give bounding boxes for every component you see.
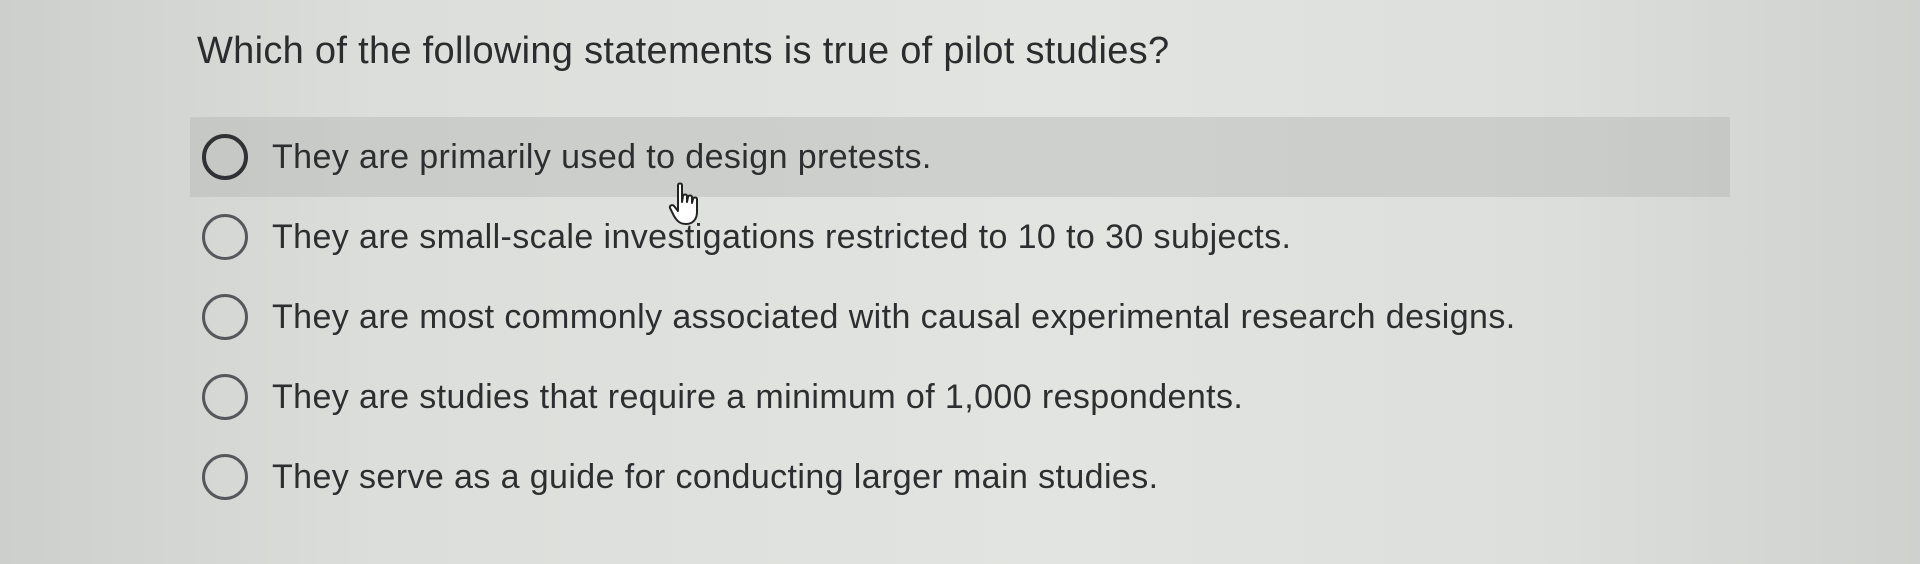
answer-option-1-label[interactable]: They are primarily used to design pretes… (272, 138, 932, 177)
answer-option-3[interactable]: They are most commonly associated with c… (190, 277, 1730, 357)
answer-option-4[interactable]: They are studies that require a minimum … (190, 357, 1730, 437)
question-text: Which of the following statements is tru… (197, 30, 1170, 72)
answer-option-1[interactable]: They are primarily used to design pretes… (190, 117, 1730, 197)
answer-option-5-label[interactable]: They serve as a guide for conducting lar… (272, 458, 1158, 497)
radio-button-3[interactable] (202, 294, 248, 340)
radio-button-2[interactable] (202, 214, 248, 260)
answer-option-4-label[interactable]: They are studies that require a minimum … (272, 378, 1243, 417)
answer-option-3-label[interactable]: They are most commonly associated with c… (272, 298, 1516, 337)
hand-pointer-icon (668, 182, 698, 225)
radio-button-5[interactable] (202, 454, 248, 500)
answer-options: They are primarily used to design pretes… (190, 117, 1730, 517)
answer-option-5[interactable]: They serve as a guide for conducting lar… (190, 437, 1730, 517)
radio-button-4[interactable] (202, 374, 248, 420)
answer-option-2[interactable]: They are small-scale investigations rest… (190, 197, 1730, 277)
radio-button-1[interactable] (202, 134, 248, 180)
answer-option-2-label[interactable]: They are small-scale investigations rest… (272, 218, 1291, 257)
